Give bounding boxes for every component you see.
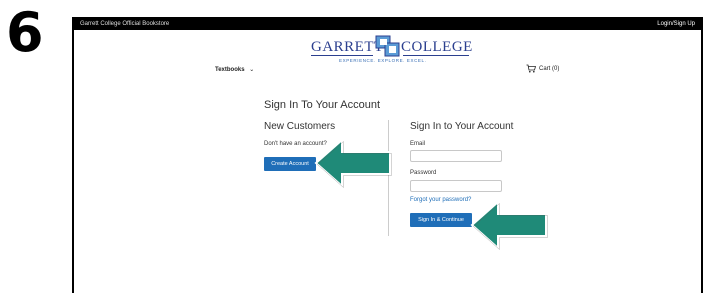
email-label: Email <box>410 141 426 147</box>
logo-word-garrett: GARRETT <box>311 39 384 55</box>
new-customers-heading: New Customers <box>264 121 336 132</box>
store-name: Garrett College Official Bookstore <box>80 21 170 27</box>
arrow-left-icon <box>314 137 392 189</box>
browser-screenshot-frame: Garrett College Official Bookstore Login… <box>72 17 703 293</box>
password-field[interactable] <box>410 180 502 192</box>
sign-in-heading: Sign In to Your Account <box>410 121 514 132</box>
page-title: Sign In To Your Account <box>264 99 380 111</box>
login-signup-link[interactable]: Login/Sign Up <box>657 20 695 29</box>
logo-tagline: EXPERIENCE. EXPLORE. EXCEL. <box>339 58 427 63</box>
cart-icon <box>526 64 536 73</box>
cart-label: Cart (0) <box>539 65 560 72</box>
garrett-college-logo[interactable]: GARRETT COLLEGE EXPERIENCE. EXPLORE. EXC… <box>311 35 472 69</box>
sign-in-continue-button[interactable]: Sign In & Continue <box>410 213 472 227</box>
chevron-down-icon: ⌄ <box>249 67 255 73</box>
cart-link[interactable]: Cart (0) <box>526 64 559 73</box>
logo-word-college: COLLEGE <box>401 39 473 55</box>
textbooks-menu[interactable]: Textbooks ⌄ <box>215 66 254 73</box>
textbooks-menu-label: Textbooks <box>215 67 245 73</box>
create-account-button[interactable]: Create Account <box>264 157 316 171</box>
step-number: 6 <box>6 1 44 64</box>
forgot-password-link[interactable]: Forgot your password? <box>410 197 471 203</box>
top-bar: Garrett College Official Bookstore Login… <box>74 19 701 30</box>
gc-monogram-icon <box>375 35 400 57</box>
email-field[interactable] <box>410 150 502 162</box>
arrow-left-icon <box>470 199 548 251</box>
password-label: Password <box>410 170 437 176</box>
